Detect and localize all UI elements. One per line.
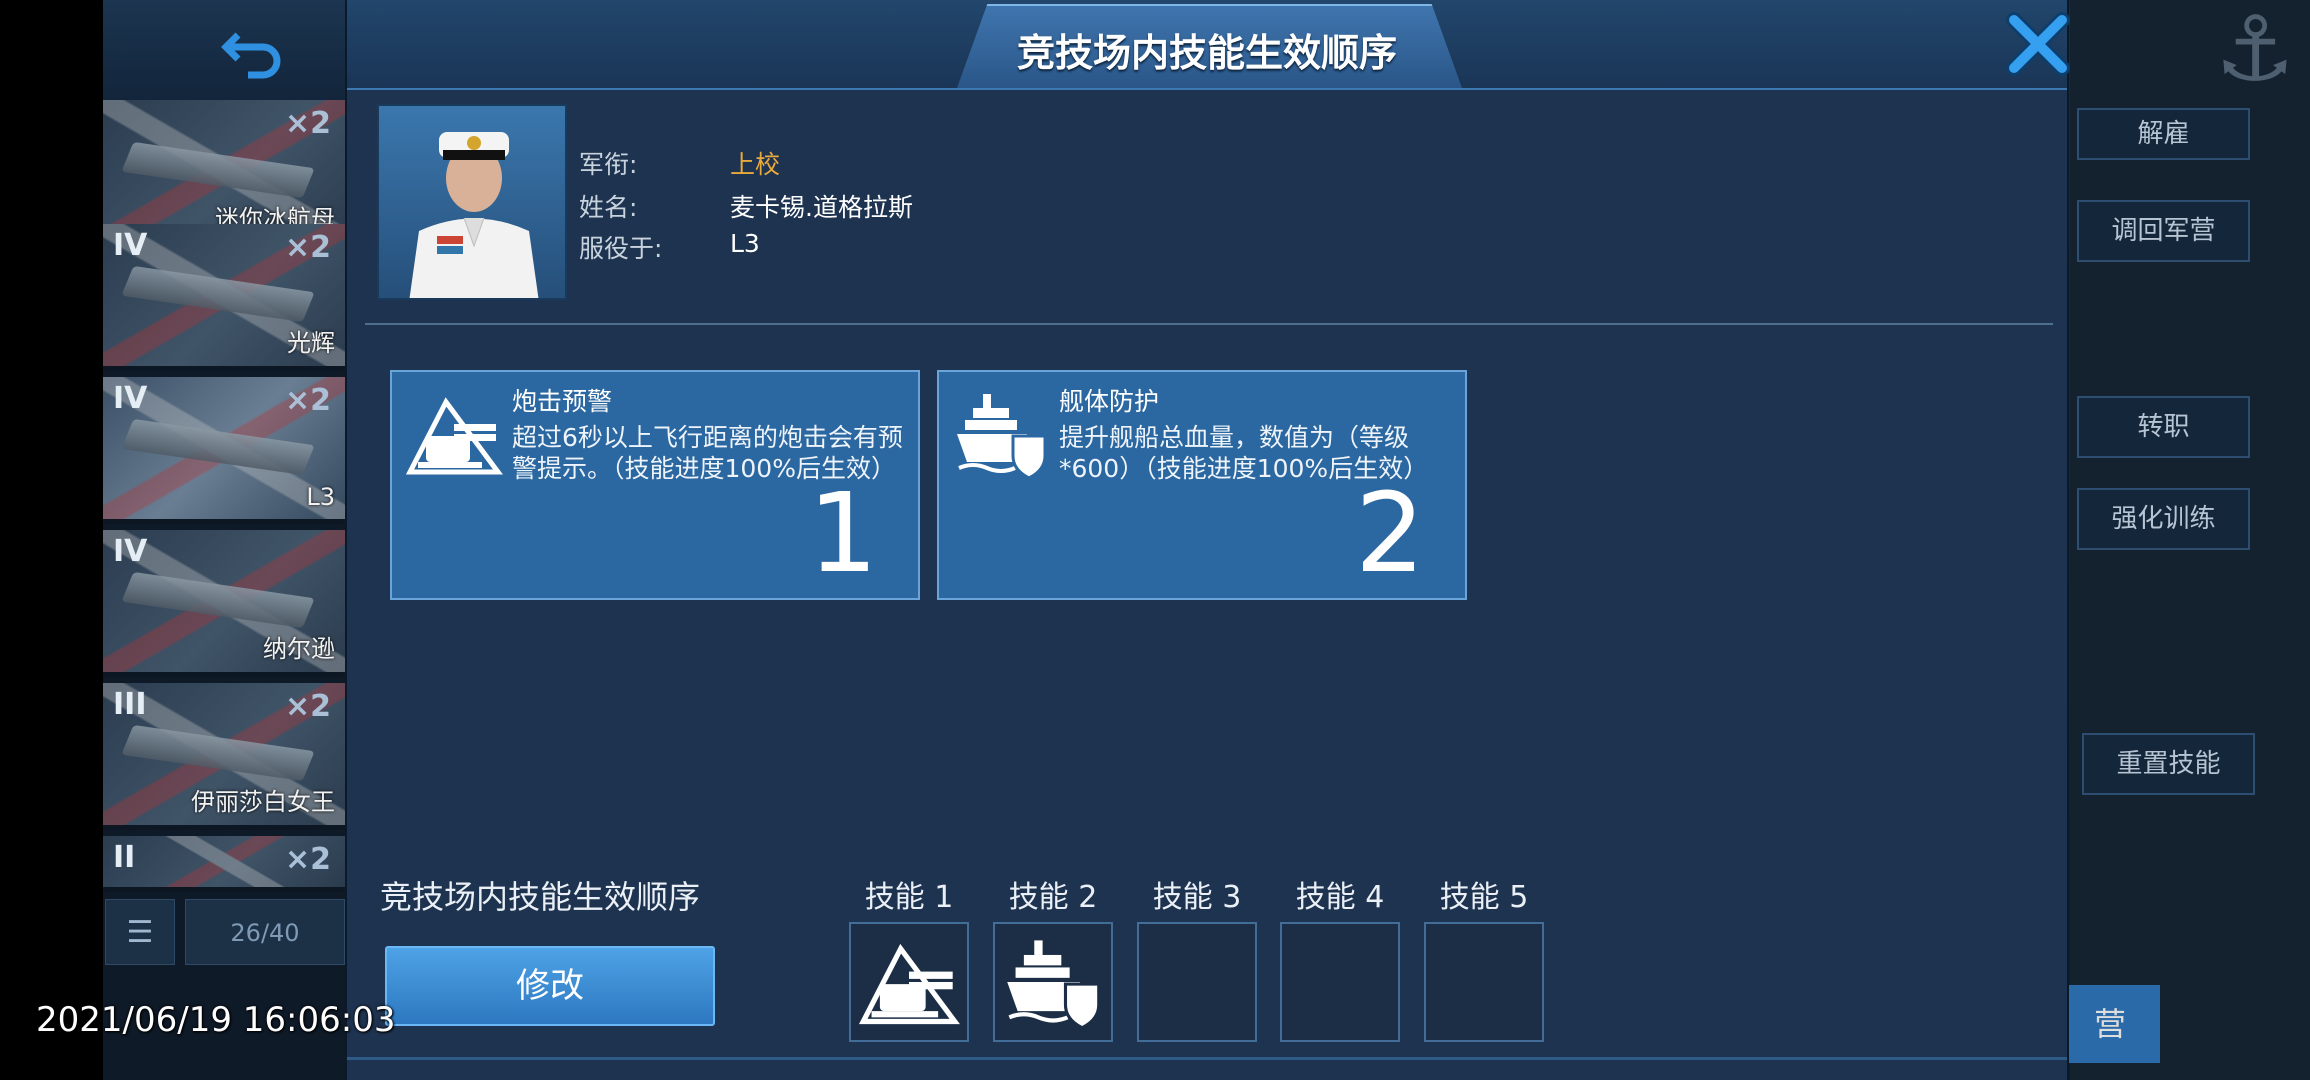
rank-label: 军衔:	[579, 150, 638, 179]
rank-value: 上校	[730, 150, 781, 179]
skill-slot-1[interactable]	[849, 922, 969, 1042]
back-button[interactable]	[103, 0, 347, 100]
ship-card[interactable]: III ×2 伊丽莎白女王	[103, 683, 347, 830]
enhance-training-button[interactable]: 强化训练	[2077, 488, 2250, 550]
ship-count: ×2	[284, 842, 331, 877]
divider	[365, 323, 2053, 325]
slot-label: 技能 3	[1152, 880, 1242, 915]
slot-label: 技能 5	[1439, 880, 1529, 915]
ship-card[interactable]: II ×2	[103, 836, 347, 892]
name-value: 麦卡锡.道格拉斯	[730, 193, 913, 222]
captain-portrait	[377, 104, 567, 300]
skill-slot-3[interactable]	[1137, 922, 1257, 1042]
slot-label: 技能 4	[1295, 880, 1385, 915]
dismiss-button[interactable]: 解雇	[2077, 108, 2250, 160]
skill-name: 舰体防护	[1059, 387, 1160, 416]
skill-order-number: 1	[808, 469, 878, 597]
transfer-button[interactable]: 转职	[2077, 396, 2250, 458]
close-button[interactable]	[2002, 8, 2074, 80]
list-icon[interactable]: ☰	[105, 899, 175, 965]
skill-card-artillery-warning: 炮击预警 超过6秒以上飞行距离的炮击会有预警提示。（技能进度100%后生效） 1	[390, 370, 920, 600]
ship-count: ×2	[284, 383, 331, 418]
screenshot-timestamp: 2021/06/19 16:06:03	[36, 1000, 396, 1040]
artillery-turret-icon	[405, 397, 503, 475]
order-section-title: 竞技场内技能生效顺序	[380, 878, 701, 916]
ship-tier: IV	[113, 534, 148, 569]
ship-tier: IV	[113, 381, 148, 416]
serving-value: L3	[730, 229, 760, 258]
ship-shield-icon	[1007, 940, 1101, 1030]
ship-list-footer: ☰ 26/40	[103, 897, 347, 970]
ship-card[interactable]: IV ×2 光辉	[103, 224, 347, 371]
ship-name: 伊丽莎白女王	[191, 788, 335, 816]
ship-count: ×2	[284, 106, 331, 141]
ship-shield-icon	[957, 394, 1047, 480]
ship-name: 纳尔逊	[263, 635, 335, 663]
skill-slot-2[interactable]	[993, 922, 1113, 1042]
skill-slot-5[interactable]	[1424, 922, 1544, 1042]
artillery-turret-icon	[858, 943, 960, 1025]
slot-label: 技能 2	[1008, 880, 1098, 915]
name-label: 姓名:	[579, 193, 638, 222]
ship-count: ×2	[284, 689, 331, 724]
ship-tier: IV	[113, 228, 148, 263]
skill-name: 炮击预警	[512, 387, 613, 416]
reset-skills-button[interactable]: 重置技能	[2082, 733, 2255, 795]
ship-capacity: 26/40	[185, 899, 345, 965]
barracks-button[interactable]: 营	[2060, 985, 2160, 1063]
close-icon	[2006, 12, 2070, 76]
captain-avatar	[409, 132, 539, 298]
ship-tier: III	[113, 687, 147, 722]
skill-card-hull-protection: 舰体防护 提升舰船总血量，数值为（等级*600）（技能进度100%后生效） 2	[937, 370, 1467, 600]
ship-name: L3	[306, 483, 335, 511]
back-arrow-icon	[221, 32, 281, 79]
skill-order-number: 2	[1355, 469, 1425, 597]
ship-tier: II	[113, 840, 136, 875]
modify-button[interactable]: 修改	[385, 946, 715, 1026]
ship-count: ×2	[284, 230, 331, 265]
dialog-title: 竞技场内技能生效顺序	[1016, 31, 1397, 75]
skill-order-dialog: 竞技场内技能生效顺序 军衔: 上校 姓名: 麦卡锡.道格拉斯 服役于: L3 炮…	[345, 0, 2070, 1080]
dialog-header: 竞技场内技能生效顺序	[347, 0, 2067, 90]
ship-name: 光辉	[287, 329, 335, 357]
anchor-icon: ⚓	[2214, 0, 2296, 102]
serving-label: 服役于:	[579, 234, 663, 263]
screen: ×2 迷你冰航母 IV ×2 光辉 IV ×2 L3 IV 纳尔逊 III ×2…	[0, 0, 2310, 1080]
return-barracks-button[interactable]: 调回军营	[2077, 200, 2250, 262]
skill-slot-4[interactable]	[1280, 922, 1400, 1042]
slot-label: 技能 1	[864, 880, 954, 915]
ship-card[interactable]: IV 纳尔逊	[103, 530, 347, 677]
ship-card-selected[interactable]: IV ×2 L3	[103, 377, 347, 524]
